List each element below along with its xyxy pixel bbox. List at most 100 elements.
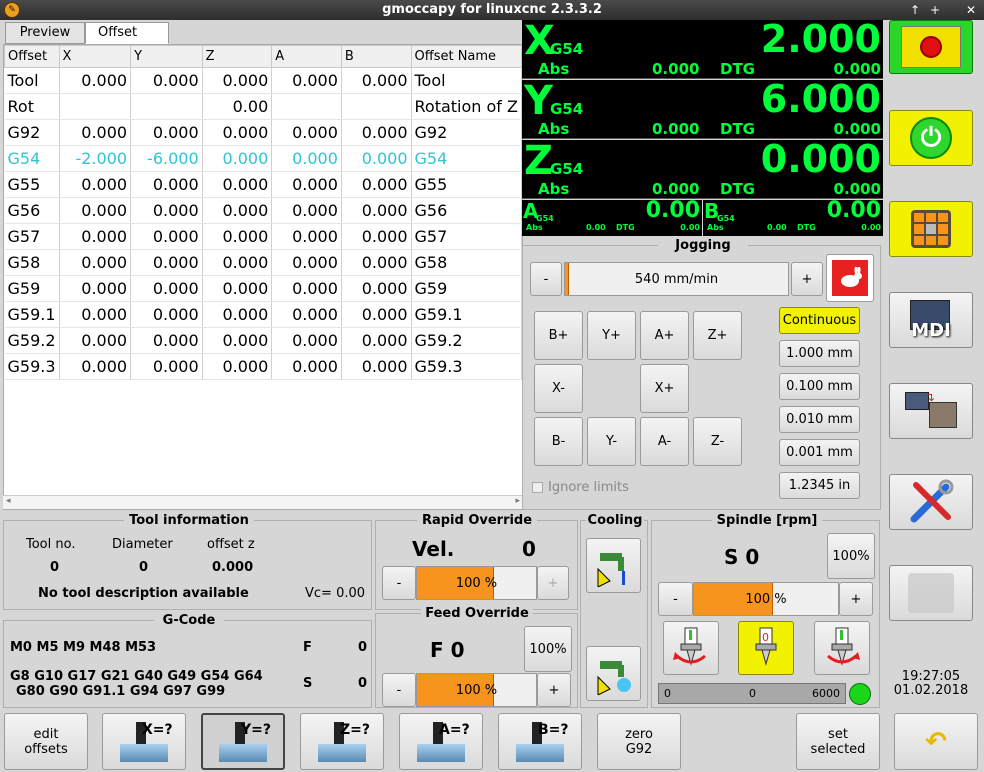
offset-cell[interactable]: G92	[4, 119, 60, 146]
touch-off-z-button[interactable]: Z=?	[300, 713, 384, 770]
offset-row[interactable]: Tool 0.000 0.000 0.000 0.000 0.000 Tool	[4, 67, 522, 94]
offset-cell[interactable]: G56	[4, 197, 60, 224]
increment-0-001mm[interactable]: 0.001 mm	[779, 439, 860, 466]
offset-cell[interactable]: 0.000	[271, 171, 342, 198]
jog-y-plus-button[interactable]: Y+	[587, 311, 636, 360]
offset-cell[interactable]: 0.000	[130, 301, 203, 328]
offset-col-header[interactable]: B	[340, 45, 412, 68]
offset-cell[interactable]: 0.000	[271, 67, 342, 94]
offset-cell[interactable]: 0.00	[202, 93, 273, 120]
feed-plus-button[interactable]: +	[537, 673, 571, 707]
offset-cell[interactable]: 0.000	[271, 301, 342, 328]
spindle-stop-button[interactable]: 0	[738, 621, 794, 675]
offset-cell[interactable]: 0.000	[271, 353, 342, 380]
offset-cell[interactable]: 0.000	[59, 353, 132, 380]
manual-mode-button[interactable]	[889, 201, 973, 257]
table-horizontal-scrollbar[interactable]: ◂ ▸	[3, 495, 523, 509]
offset-cell[interactable]: G59.3	[411, 353, 522, 380]
keep-above-icon[interactable]: ↑	[906, 0, 924, 20]
offset-cell[interactable]: 0.000	[341, 145, 412, 172]
increment-continuous[interactable]: Continuous	[779, 307, 860, 334]
maximize-icon[interactable]: +	[926, 0, 944, 20]
offset-cell[interactable]: 0.000	[202, 67, 273, 94]
offset-cell[interactable]: G59	[411, 275, 522, 302]
offset-cell[interactable]: G54	[4, 145, 60, 172]
offset-cell[interactable]: 0.000	[341, 275, 412, 302]
spindle-minus-button[interactable]: -	[658, 582, 693, 616]
offset-cell[interactable]: 0.000	[202, 171, 273, 198]
rapid-minus-button[interactable]: -	[382, 566, 416, 600]
offset-cell[interactable]: 0.000	[271, 327, 342, 354]
increment-1mm[interactable]: 1.000 mm	[779, 340, 860, 367]
scroll-left-icon[interactable]: ◂	[6, 496, 11, 506]
offset-row[interactable]: G57 0.000 0.000 0.000 0.000 0.000 G57	[4, 223, 522, 250]
offset-cell[interactable]: 0.000	[202, 197, 273, 224]
offset-row[interactable]: Rot 0.00 Rotation of Z	[4, 93, 522, 120]
jog-x-plus-button[interactable]: X+	[640, 364, 689, 413]
close-icon[interactable]: ✕	[962, 0, 980, 20]
offset-cell[interactable]: G55	[4, 171, 60, 198]
offset-cell[interactable]: 0.000	[341, 301, 412, 328]
offset-cell[interactable]: 0.000	[59, 119, 132, 146]
dro-x[interactable]: X G54 2.000 Abs 0.000 DTG 0.000	[522, 17, 883, 79]
dro-z[interactable]: Z G54 0.000 Abs 0.000 DTG 0.000	[522, 137, 883, 199]
offset-row[interactable]: G55 0.000 0.000 0.000 0.000 0.000 G55	[4, 171, 522, 198]
offset-cell[interactable]: 0.000	[202, 223, 273, 250]
jog-y-minus-button[interactable]: Y-	[587, 417, 636, 466]
jog-speed-slider[interactable]: 540 mm/min	[564, 262, 789, 296]
offset-cell[interactable]: 0.000	[59, 249, 132, 276]
estop-button[interactable]	[889, 20, 973, 74]
offset-cell[interactable]: -2.000	[59, 145, 132, 172]
offset-row[interactable]: G59.3 0.000 0.000 0.000 0.000 0.000 G59.3	[4, 353, 522, 380]
offset-cell[interactable]: G55	[411, 171, 522, 198]
offset-cell[interactable]: 0.000	[202, 353, 273, 380]
offset-cell[interactable]	[271, 93, 342, 120]
offset-cell[interactable]: 0.000	[202, 249, 273, 276]
offset-cell[interactable]: G59.3	[4, 353, 60, 380]
offset-row[interactable]: G59.1 0.000 0.000 0.000 0.000 0.000 G59.1	[4, 301, 522, 328]
jog-b-minus-button[interactable]: B-	[534, 417, 583, 466]
offset-cell[interactable]: 0.000	[341, 249, 412, 276]
offset-cell[interactable]: 0.000	[202, 119, 273, 146]
offset-cell[interactable]	[341, 93, 412, 120]
increment-0-1mm[interactable]: 0.100 mm	[779, 373, 860, 400]
ignore-limits-checkbox[interactable]: Ignore limits	[532, 480, 629, 495]
feed-reset-button[interactable]: 100%	[524, 626, 572, 672]
offset-cell[interactable]: 0.000	[271, 275, 342, 302]
offset-cell[interactable]: 0.000	[271, 145, 342, 172]
flood-coolant-button[interactable]	[586, 538, 641, 593]
offset-row[interactable]: G56 0.000 0.000 0.000 0.000 0.000 G56	[4, 197, 522, 224]
jog-speed-minus-button[interactable]: -	[530, 262, 562, 296]
offset-col-header[interactable]: Offset	[4, 45, 60, 68]
offset-cell[interactable]: 0.000	[341, 67, 412, 94]
offset-cell[interactable]: 0.000	[130, 171, 203, 198]
offset-cell[interactable]: 0.000	[271, 249, 342, 276]
offset-cell[interactable]	[59, 93, 132, 120]
dro-a[interactable]: A G54 0.00 Abs 0.00 DTG 0.00	[522, 198, 702, 236]
offset-cell[interactable]: G58	[4, 249, 60, 276]
rapid-override-slider[interactable]: 100 %	[416, 566, 537, 600]
mdi-mode-button[interactable]: MDI	[889, 292, 973, 348]
zero-g92-button[interactable]: zero G92	[597, 713, 681, 770]
feed-minus-button[interactable]: -	[382, 673, 416, 707]
spindle-reverse-button[interactable]	[814, 621, 870, 675]
offset-cell[interactable]: 0.000	[341, 327, 412, 354]
offset-col-header[interactable]: Y	[130, 45, 203, 68]
jog-a-plus-button[interactable]: A+	[640, 311, 689, 360]
touch-off-y-button[interactable]: Y=?	[201, 713, 285, 770]
offset-cell[interactable]: 0.000	[59, 171, 132, 198]
offset-cell[interactable]: 0.000	[341, 353, 412, 380]
dro-b[interactable]: B G54 0.00 Abs 0.00 DTG 0.00	[703, 198, 883, 236]
spindle-reset-button[interactable]: 100%	[827, 533, 875, 579]
offset-cell[interactable]: -6.000	[130, 145, 203, 172]
tab-offset-page[interactable]: Offset Page	[85, 22, 169, 60]
offset-cell[interactable]: Rot	[4, 93, 60, 120]
offset-row[interactable]: G59.2 0.000 0.000 0.000 0.000 0.000 G59.2	[4, 327, 522, 354]
mist-coolant-button[interactable]	[586, 646, 641, 701]
jog-speed-plus-button[interactable]: +	[791, 262, 823, 296]
offset-row[interactable]: G58 0.000 0.000 0.000 0.000 0.000 G58	[4, 249, 522, 276]
offset-row[interactable]: G54 -2.000 -6.000 0.000 0.000 0.000 G54	[4, 145, 522, 172]
turtle-rabbit-button[interactable]	[826, 254, 874, 302]
tab-preview[interactable]: Preview	[5, 22, 85, 44]
increment-1-2345in[interactable]: 1.2345 in	[779, 472, 860, 499]
